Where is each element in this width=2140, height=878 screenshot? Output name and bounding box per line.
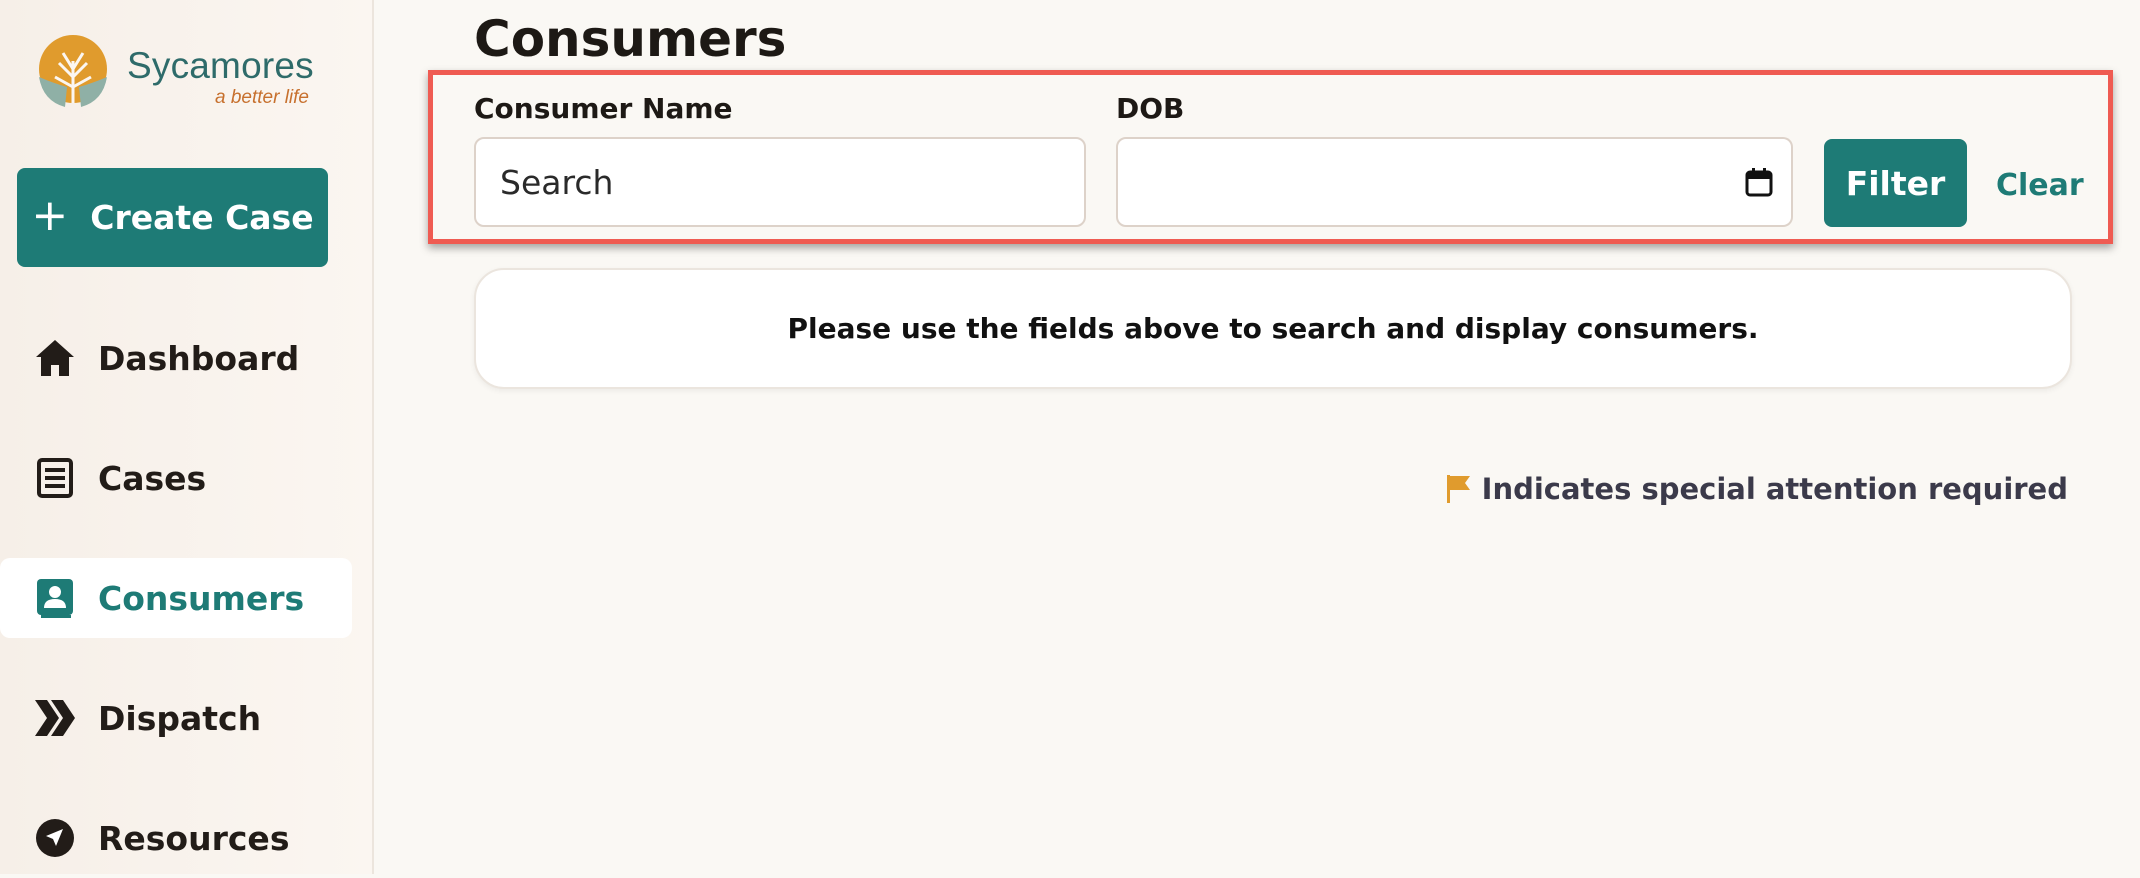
sidebar: Sycamores a better life + Create Case Da… [0, 0, 374, 874]
sidebar-item-cases[interactable]: Cases [0, 438, 352, 518]
create-case-button[interactable]: + Create Case [17, 168, 328, 267]
calendar-icon [1745, 168, 1773, 197]
page-title: Consumers [474, 10, 787, 68]
document-icon [32, 455, 78, 501]
special-attention-legend: Indicates special attention required [1444, 472, 2068, 506]
dob-label: DOB [1116, 92, 1185, 125]
plus-icon: + [31, 189, 69, 241]
compass-arrow-icon [32, 815, 78, 861]
sidebar-item-resources[interactable]: Resources [0, 798, 352, 878]
date-picker-button[interactable] [1727, 137, 1793, 227]
filter-button[interactable]: Filter [1824, 139, 1967, 227]
consumer-name-label: Consumer Name [474, 92, 733, 125]
create-case-label: Create Case [90, 198, 314, 237]
legend-text: Indicates special attention required [1481, 472, 2068, 506]
sidebar-item-label: Consumers [98, 578, 305, 618]
sycamore-tree-logo-icon [39, 35, 107, 107]
sidebar-item-label: Cases [98, 458, 207, 498]
brand-logo[interactable]: Sycamores a better life [33, 31, 323, 111]
consumer-name-search-input[interactable] [474, 137, 1086, 227]
brand-name: Sycamores [127, 45, 314, 86]
sidebar-item-label: Dashboard [98, 338, 300, 378]
double-chevron-right-icon [32, 695, 78, 741]
clear-link[interactable]: Clear [1996, 168, 2084, 203]
sidebar-item-label: Resources [98, 818, 290, 858]
brand-tagline: a better life [215, 87, 309, 108]
empty-state-card: Please use the fields above to search an… [474, 268, 2072, 389]
sidebar-item-dashboard[interactable]: Dashboard [0, 318, 352, 398]
contact-card-icon [32, 575, 78, 621]
empty-state-message: Please use the fields above to search an… [787, 312, 1759, 345]
flag-icon [1446, 475, 1470, 503]
sidebar-item-label: Dispatch [98, 698, 262, 738]
sidebar-item-dispatch[interactable]: Dispatch [0, 678, 352, 758]
sidebar-item-consumers[interactable]: Consumers [0, 558, 352, 638]
dob-input[interactable] [1116, 137, 1729, 227]
home-icon [32, 335, 78, 381]
